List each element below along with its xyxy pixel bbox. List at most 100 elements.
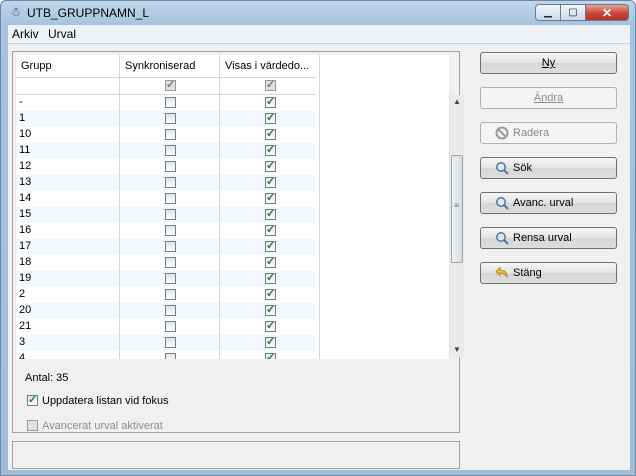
minimize-icon: ▁ bbox=[544, 7, 552, 18]
title-bar[interactable]: ☃ UTB_GRUPPNAMN_L ▁ ▢ ✕ bbox=[1, 1, 635, 25]
table-row[interactable]: 10 bbox=[16, 127, 316, 143]
close-window-button[interactable]: Stäng bbox=[480, 262, 617, 284]
synkroniserad-checkbox[interactable] bbox=[165, 193, 176, 204]
visas-checkbox[interactable] bbox=[265, 127, 276, 140]
synkroniserad-checkbox[interactable] bbox=[165, 113, 176, 124]
new-button[interactable]: Ny bbox=[480, 52, 617, 74]
cell-grupp: 12 bbox=[19, 160, 32, 172]
visas-checkbox[interactable] bbox=[265, 287, 276, 300]
visas-checkbox[interactable] bbox=[265, 95, 276, 108]
no-entry-icon bbox=[495, 126, 509, 140]
update-on-focus-checkbox[interactable] bbox=[27, 393, 38, 406]
synkroniserad-checkbox[interactable] bbox=[165, 97, 176, 108]
window-controls: ▁ ▢ ✕ bbox=[535, 4, 629, 22]
table-row[interactable]: 21 bbox=[16, 319, 316, 335]
synkroniserad-checkbox[interactable] bbox=[165, 305, 176, 316]
table-row[interactable]: 16 bbox=[16, 223, 316, 239]
advanced-active-option: Avancerat urval aktiverat bbox=[27, 419, 163, 432]
scroll-down-icon[interactable]: ▼ bbox=[450, 343, 464, 357]
synkroniserad-checkbox[interactable] bbox=[165, 289, 176, 300]
synkroniserad-checkbox[interactable] bbox=[165, 225, 176, 236]
close-icon: ✕ bbox=[601, 5, 613, 20]
menu-arkiv[interactable]: Arkiv bbox=[12, 27, 39, 41]
visas-checkbox[interactable] bbox=[265, 351, 276, 359]
magnifier-icon bbox=[495, 231, 509, 245]
cell-grupp: 3 bbox=[19, 336, 26, 348]
maximize-icon: ▢ bbox=[568, 7, 578, 18]
synkroniserad-checkbox[interactable] bbox=[165, 273, 176, 284]
client-area: Grupp Synkroniserad Visas i värdedo... -… bbox=[8, 44, 630, 470]
synkroniserad-checkbox[interactable] bbox=[165, 209, 176, 220]
synkroniserad-checkbox[interactable] bbox=[165, 145, 176, 156]
cell-grupp: 18 bbox=[19, 256, 32, 268]
synkroniserad-checkbox[interactable] bbox=[165, 337, 176, 348]
column-header-visas[interactable]: Visas i värdedo... bbox=[220, 55, 320, 77]
table-row[interactable]: 2 bbox=[16, 287, 316, 303]
visas-checkbox[interactable] bbox=[265, 223, 276, 236]
visas-checkbox[interactable] bbox=[265, 111, 276, 124]
table-row[interactable]: 4 bbox=[16, 351, 316, 359]
visas-checkbox[interactable] bbox=[265, 303, 276, 316]
table-row[interactable]: 18 bbox=[16, 255, 316, 271]
update-on-focus-option[interactable]: Uppdatera listan vid fokus bbox=[27, 393, 169, 407]
synkroniserad-checkbox[interactable] bbox=[165, 177, 176, 188]
menu-bar: Arkiv Urval bbox=[8, 25, 630, 44]
group-grid[interactable]: Grupp Synkroniserad Visas i värdedo... -… bbox=[16, 55, 449, 359]
advanced-active-label: Avancerat urval aktiverat bbox=[42, 420, 163, 432]
list-panel: Grupp Synkroniserad Visas i värdedo... -… bbox=[12, 51, 464, 433]
table-row[interactable]: 12 bbox=[16, 159, 316, 175]
scroll-thumb[interactable]: ≡ bbox=[451, 155, 463, 263]
table-row[interactable]: 1 bbox=[16, 111, 316, 127]
cell-grupp: - bbox=[19, 96, 23, 108]
minimize-button[interactable]: ▁ bbox=[535, 4, 561, 21]
menu-urval[interactable]: Urval bbox=[48, 27, 76, 41]
column-header-synkroniserad[interactable]: Synkroniserad bbox=[120, 55, 220, 77]
synkroniserad-checkbox[interactable] bbox=[165, 321, 176, 332]
column-header-grupp[interactable]: Grupp bbox=[16, 55, 120, 77]
synkroniserad-checkbox[interactable] bbox=[165, 129, 176, 140]
visas-checkbox[interactable] bbox=[265, 191, 276, 204]
visas-checkbox[interactable] bbox=[265, 319, 276, 332]
maximize-button[interactable]: ▢ bbox=[560, 4, 586, 21]
table-row[interactable]: 19 bbox=[16, 271, 316, 287]
visas-checkbox[interactable] bbox=[265, 159, 276, 172]
table-row[interactable]: 20 bbox=[16, 303, 316, 319]
cell-grupp: 11 bbox=[19, 144, 31, 156]
scroll-up-icon[interactable]: ▲ bbox=[450, 95, 464, 109]
visas-checkbox[interactable] bbox=[265, 175, 276, 188]
synkroniserad-checkbox[interactable] bbox=[165, 241, 176, 252]
window-title: UTB_GRUPPNAMN_L bbox=[27, 6, 150, 20]
synkroniserad-checkbox[interactable] bbox=[165, 353, 176, 359]
visas-checkbox[interactable] bbox=[265, 255, 276, 268]
cell-grupp: 14 bbox=[19, 192, 32, 204]
table-row[interactable]: 15 bbox=[16, 207, 316, 223]
advanced-search-button[interactable]: Avanc. urval bbox=[480, 192, 617, 214]
filter-visas-checkbox[interactable] bbox=[265, 78, 276, 91]
cell-grupp: 17 bbox=[19, 240, 32, 252]
visas-checkbox[interactable] bbox=[265, 239, 276, 252]
synkroniserad-checkbox[interactable] bbox=[165, 257, 176, 268]
table-row[interactable]: 14 bbox=[16, 191, 316, 207]
table-row[interactable]: 13 bbox=[16, 175, 316, 191]
synkroniserad-checkbox[interactable] bbox=[165, 161, 176, 172]
close-button[interactable]: ✕ bbox=[585, 4, 629, 21]
clear-search-button[interactable]: Rensa urval bbox=[480, 227, 617, 249]
delete-button: Radera bbox=[480, 122, 617, 144]
delete-button-label: Radera bbox=[513, 127, 550, 139]
advanced-search-button-label: Avanc. urval bbox=[513, 197, 574, 209]
visas-checkbox[interactable] bbox=[265, 271, 276, 284]
visas-checkbox[interactable] bbox=[265, 335, 276, 348]
filter-synk-checkbox[interactable] bbox=[165, 78, 176, 91]
visas-checkbox[interactable] bbox=[265, 143, 276, 156]
table-row[interactable]: 17 bbox=[16, 239, 316, 255]
grid-header: Grupp Synkroniserad Visas i värdedo... bbox=[16, 55, 320, 78]
table-row[interactable]: - bbox=[16, 95, 316, 111]
table-row[interactable]: 11 bbox=[16, 143, 316, 159]
search-button[interactable]: Sök bbox=[480, 157, 617, 179]
table-row[interactable]: 3 bbox=[16, 335, 316, 351]
visas-checkbox[interactable] bbox=[265, 207, 276, 220]
magnifier-icon bbox=[495, 196, 509, 210]
grid-scrollbar[interactable]: ▲ ≡ ▼ bbox=[449, 95, 464, 357]
search-button-label: Sök bbox=[513, 162, 532, 174]
status-bar bbox=[12, 441, 460, 469]
